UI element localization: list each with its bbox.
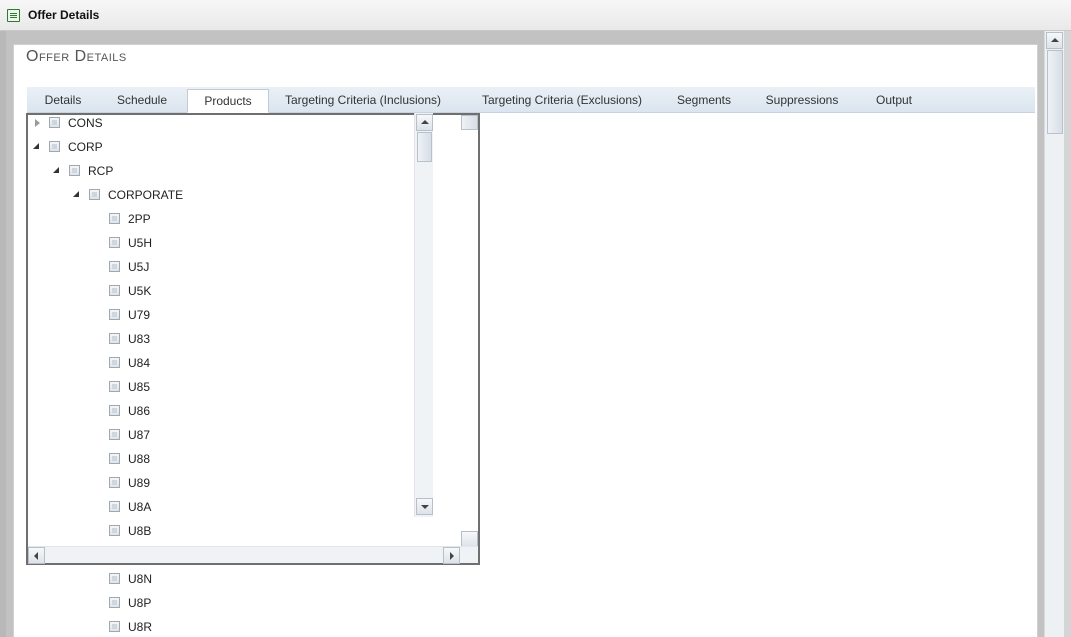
tree-node[interactable]: U8R xyxy=(0,618,480,636)
arrow-down-icon xyxy=(421,505,429,509)
tree-node-label: U8A xyxy=(128,500,152,514)
page-vertical-scrollbar[interactable] xyxy=(1044,31,1064,637)
tree-node-label: U5H xyxy=(128,236,153,250)
checkbox-icon[interactable] xyxy=(109,213,120,224)
tree-node-label: U83 xyxy=(128,332,151,346)
tree-node-label: U85 xyxy=(128,380,151,394)
tree-node-label: U86 xyxy=(128,404,151,418)
checkbox-icon[interactable] xyxy=(109,405,120,416)
tree-node[interactable]: U83 xyxy=(0,330,480,348)
checkbox-icon[interactable] xyxy=(109,573,120,584)
tree-node-label: CORP xyxy=(68,140,103,154)
arrow-right-icon xyxy=(450,552,454,560)
tree-node[interactable]: U8B xyxy=(0,522,480,540)
tree-node-label: CONS xyxy=(68,116,103,130)
page-scroll-thumb[interactable] xyxy=(1047,50,1063,134)
tab-targeting-inclusions[interactable]: Targeting Criteria (Inclusions) xyxy=(278,89,448,113)
arrow-up-icon xyxy=(421,120,429,124)
tree-node[interactable]: U86 xyxy=(0,402,480,420)
tree-node[interactable]: CORP xyxy=(0,138,480,156)
tree-node-label: U8R xyxy=(128,620,153,634)
checkbox-icon[interactable] xyxy=(49,141,60,152)
checkbox-icon[interactable] xyxy=(109,621,120,632)
checkbox-icon[interactable] xyxy=(109,237,120,248)
tree-node-label: U89 xyxy=(128,476,151,490)
tree-node-label: CORPORATE xyxy=(108,188,184,202)
arrow-left-icon xyxy=(34,552,38,560)
tree-node-label: U84 xyxy=(128,356,151,370)
collapse-triangle-icon[interactable] xyxy=(53,167,59,173)
checkbox-icon[interactable] xyxy=(109,597,120,608)
collapse-triangle-icon[interactable] xyxy=(33,143,39,149)
collapse-triangle-icon[interactable] xyxy=(73,191,79,197)
checkbox-icon[interactable] xyxy=(109,261,120,272)
checkbox-icon[interactable] xyxy=(109,333,120,344)
tree-node[interactable]: U87 xyxy=(0,426,480,444)
scroll-down-button[interactable] xyxy=(416,498,433,515)
tree-node-label: 2PP xyxy=(128,212,151,226)
tree-node[interactable]: U8A xyxy=(0,498,480,516)
tab-segments[interactable]: Segments xyxy=(667,89,741,113)
arrow-up-icon xyxy=(1051,38,1059,42)
tab-products[interactable]: Products xyxy=(187,89,269,113)
window-edge xyxy=(1064,31,1071,637)
tree-node[interactable]: U8N xyxy=(0,570,480,588)
scroll-up-button[interactable] xyxy=(416,114,433,131)
tree-node[interactable]: U88 xyxy=(0,450,480,468)
checkbox-icon[interactable] xyxy=(109,381,120,392)
tab-targeting-exclusions[interactable]: Targeting Criteria (Exclusions) xyxy=(473,89,651,113)
tree-node-label: U5K xyxy=(128,284,152,298)
tab-strip: Details Schedule Products Targeting Crit… xyxy=(27,87,1035,113)
tree-node-label: U79 xyxy=(128,308,151,322)
tree-node[interactable]: CORPORATE xyxy=(0,186,480,204)
tree-node[interactable]: 2PP xyxy=(0,210,480,228)
tree-node[interactable]: U8P xyxy=(0,594,480,612)
checkbox-icon[interactable] xyxy=(109,429,120,440)
checkbox-icon[interactable] xyxy=(109,285,120,296)
tree-node[interactable]: CONS xyxy=(0,114,480,132)
tree-secondary-thumb[interactable] xyxy=(461,115,478,130)
scroll-left-button[interactable] xyxy=(28,547,45,564)
tree-node-label: U87 xyxy=(128,428,151,442)
tree-horizontal-scrollbar[interactable] xyxy=(28,546,478,564)
tree-node-label: U8P xyxy=(128,596,152,610)
offer-details-icon xyxy=(7,9,20,22)
tab-output[interactable]: Output xyxy=(865,89,923,113)
tree-scroll-thumb[interactable] xyxy=(417,132,432,162)
checkbox-icon[interactable] xyxy=(49,117,60,128)
checkbox-icon[interactable] xyxy=(69,165,80,176)
tree-node[interactable]: U84 xyxy=(0,354,480,372)
title-bar: Offer Details xyxy=(0,0,1071,31)
checkbox-icon[interactable] xyxy=(109,525,120,536)
checkbox-icon[interactable] xyxy=(109,477,120,488)
tree-node[interactable]: U5K xyxy=(0,282,480,300)
tab-suppressions[interactable]: Suppressions xyxy=(755,89,849,113)
tree-node[interactable]: U5H xyxy=(0,234,480,252)
tree-node[interactable]: U79 xyxy=(0,306,480,324)
page-title: Offer Details xyxy=(26,48,127,65)
expand-triangle-icon[interactable] xyxy=(35,119,40,127)
tree-node[interactable]: U5J xyxy=(0,258,480,276)
tree-node-label: U8B xyxy=(128,524,152,538)
tab-details[interactable]: Details xyxy=(27,89,99,113)
tree-node-label: U88 xyxy=(128,452,151,466)
tree-node[interactable]: RCP xyxy=(0,162,480,180)
scroll-right-button[interactable] xyxy=(443,547,460,564)
checkbox-icon[interactable] xyxy=(89,189,100,200)
checkbox-icon[interactable] xyxy=(109,357,120,368)
window-title: Offer Details xyxy=(28,8,100,22)
checkbox-icon[interactable] xyxy=(109,453,120,464)
tab-schedule[interactable]: Schedule xyxy=(103,89,181,113)
tree-node[interactable]: U85 xyxy=(0,378,480,396)
checkbox-icon[interactable] xyxy=(109,501,120,512)
tree-node[interactable]: U89 xyxy=(0,474,480,492)
page-scroll-up-button[interactable] xyxy=(1046,32,1063,49)
tree-node-label: U5J xyxy=(128,260,150,274)
tree-node-label: U8N xyxy=(128,572,153,586)
tree-node-label: RCP xyxy=(88,164,114,178)
checkbox-icon[interactable] xyxy=(109,309,120,320)
tree-vertical-scrollbar[interactable] xyxy=(414,113,433,517)
